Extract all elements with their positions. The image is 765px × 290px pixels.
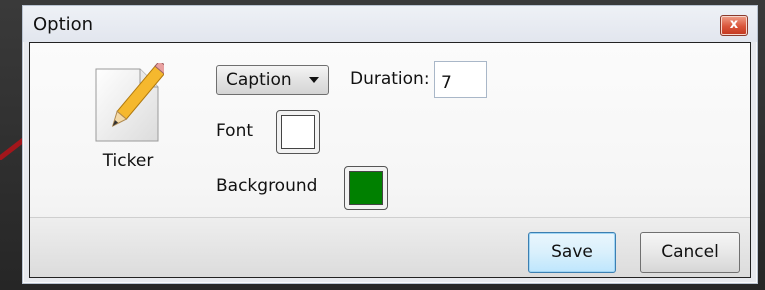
pencil-document-icon[interactable]: [92, 63, 164, 145]
close-icon: x: [729, 17, 739, 32]
title-bar[interactable]: Option x: [23, 6, 757, 42]
dialog-body: Ticker Caption Duration: Font Background…: [29, 42, 751, 278]
font-color-button[interactable]: [276, 110, 320, 154]
background-color-button[interactable]: [344, 166, 388, 210]
close-button[interactable]: x: [720, 15, 748, 36]
caption-dropdown[interactable]: Caption: [216, 65, 329, 95]
chevron-down-icon: [309, 77, 319, 83]
duration-label: Duration:: [350, 69, 430, 89]
window-title: Option: [33, 14, 94, 35]
background-label: Background: [216, 176, 318, 196]
background-color-swatch: [349, 171, 383, 205]
caption-dropdown-value: Caption: [226, 70, 292, 90]
cancel-button[interactable]: Cancel: [640, 232, 740, 273]
font-color-swatch: [281, 115, 315, 149]
font-label: Font: [216, 121, 254, 141]
duration-input[interactable]: [434, 61, 487, 98]
save-button[interactable]: Save: [528, 232, 616, 273]
ticker-label: Ticker: [102, 151, 154, 171]
button-bar: Save Cancel: [30, 218, 750, 277]
option-dialog: Option x Ticker Caption Duration: 7 Font…: [22, 5, 758, 284]
